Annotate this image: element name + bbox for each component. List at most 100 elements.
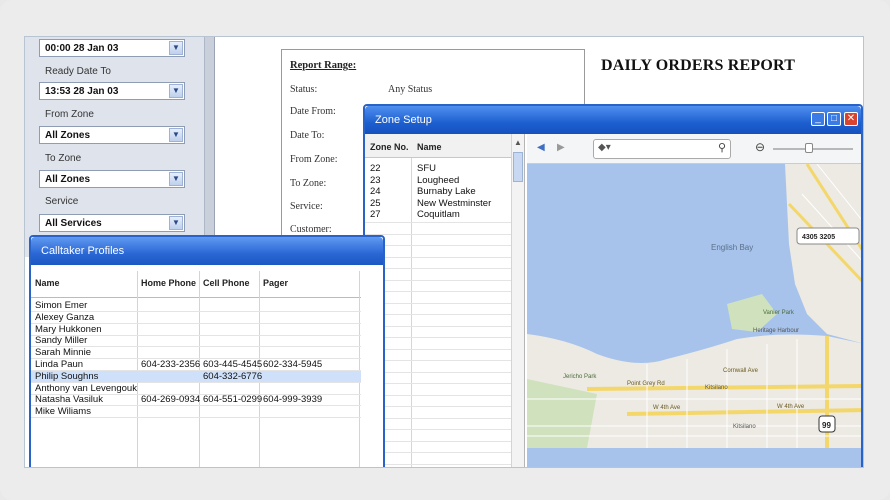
to-zone-label: To Zone (45, 153, 82, 164)
zoom-slider[interactable] (773, 148, 853, 150)
row-divider (31, 417, 361, 419)
zone-scrollbar[interactable]: ▲ (511, 134, 524, 467)
zone-grid-line (365, 417, 511, 419)
from-zone-select[interactable]: All Zones ▼ (39, 126, 185, 144)
app-canvas: 00:00 28 Jan 03 ▼ Ready Date To 13:53 28… (24, 36, 864, 468)
zone-grid-line (365, 245, 511, 246)
zone-name: Coquitlam (417, 209, 460, 220)
report-title: DAILY ORDERS REPORT (601, 57, 796, 74)
zone-row[interactable]: 27 Coquitlam (365, 209, 511, 220)
status-value: Any Status (388, 84, 433, 95)
to-zone-select[interactable]: All Zones ▼ (39, 170, 185, 188)
profile-name: Anthony van Levengouk (35, 382, 137, 394)
calltaker-title: Calltaker Profiles (41, 245, 125, 257)
zone-name: Burnaby Lake (417, 186, 476, 197)
cell-phone: 604-551-0299 (203, 394, 263, 406)
zone-setup-titlebar[interactable]: Zone Setup (365, 106, 861, 134)
zone-grid-line (365, 302, 511, 304)
col-pager-header[interactable]: Pager (263, 278, 288, 288)
zone-grid-line (365, 371, 511, 373)
table-row[interactable]: Mary Hukkonen (31, 324, 361, 335)
maximize-button[interactable]: □ (827, 112, 841, 126)
profile-name: Natasha Vasiluk (35, 394, 103, 406)
ready-date-from-select[interactable]: 00:00 28 Jan 03 ▼ (39, 39, 185, 57)
tag-icon[interactable]: ◆▾ (598, 142, 611, 153)
close-button[interactable]: ✕ (844, 112, 858, 126)
home-phone: 604-233-2356 (141, 359, 201, 370)
ready-date-to-select[interactable]: 13:53 28 Jan 03 ▼ (39, 82, 185, 100)
ready-date-to-label: Ready Date To (45, 66, 111, 77)
table-row[interactable]: Mike Wiliams (31, 406, 361, 417)
map-search-input[interactable]: ◆▾ ⚲ (593, 139, 731, 159)
from-zone-report-label: From Zone: (290, 154, 338, 165)
table-row[interactable]: Philip Soughns 604-332-6776 (31, 370, 361, 382)
chevron-down-icon: ▼ (169, 216, 183, 230)
profile-name: Mary Hukkonen (35, 323, 102, 335)
zone-name-header[interactable]: Name (417, 142, 442, 152)
heritage-harbour-label: Heritage Harbour (753, 328, 799, 334)
zone-grid-line (365, 268, 511, 269)
search-icon[interactable]: ⚲ (718, 141, 726, 154)
minimize-button[interactable]: _ (811, 112, 825, 126)
vanier-park-label: Vanier Park (763, 310, 795, 316)
report-range-heading: Report Range: (290, 60, 357, 71)
zoom-icon[interactable]: ⊖ (755, 140, 765, 154)
cell-phone: 604-332-6776 (203, 370, 263, 382)
zone-grid-line (365, 463, 511, 465)
zone-row[interactable]: 24 Burnaby Lake (365, 186, 511, 197)
profile-name: Simon Emer (35, 300, 88, 311)
calltaker-titlebar[interactable]: Calltaker Profiles (31, 237, 383, 265)
zone-grid-line (365, 360, 511, 361)
col-cell-phone-header[interactable]: Cell Phone (203, 278, 250, 288)
point-grey-road-label: Point Grey Rd (627, 381, 665, 387)
date-to-label: Date To: (290, 130, 325, 141)
table-row[interactable]: Sandy Miller (31, 335, 361, 346)
zone-grid-line (365, 337, 511, 338)
table-row[interactable]: Anthony van Levengouk (31, 383, 361, 394)
scroll-thumb[interactable] (513, 152, 523, 182)
route-number: 99 (822, 421, 831, 430)
table-row[interactable]: Linda Paun 604-233-2356 603-445-4545 602-33… (31, 359, 361, 370)
zone-row[interactable]: 22 SFU (365, 163, 511, 174)
ready-date-from-value: 00:00 28 Jan 03 (45, 43, 119, 54)
back-arrow-icon[interactable]: ◀ (537, 142, 545, 153)
map-toolbar: ◀ ▶ ◆▾ ⚲ ⊖ (527, 134, 861, 164)
status-label: Status: (290, 84, 318, 95)
pager: 604-999-3939 (263, 394, 323, 406)
zone-number: 24 (370, 186, 381, 197)
cell-phone: 603-445-4545 (203, 359, 263, 370)
zoom-slider-handle[interactable] (805, 143, 813, 153)
table-row[interactable]: Alexey Ganza (31, 312, 361, 323)
table-row[interactable]: Sarah Minnie (31, 347, 361, 358)
zone-grid-line (365, 233, 511, 235)
table-row[interactable]: Natasha Vasiluk 604-269-0934 604-551-0299 6… (31, 394, 361, 405)
map-view[interactable]: English Bay Heritage Harbour Vanier Park… (527, 164, 861, 467)
zone-grid-line (365, 325, 511, 327)
zone-number: 25 (370, 197, 381, 209)
zone-list-header: Zone No. Name (365, 134, 511, 158)
service-select[interactable]: All Services ▼ (39, 214, 185, 232)
scroll-up-icon[interactable]: ▲ (514, 138, 522, 147)
col-home-phone-header[interactable]: Home Phone (141, 278, 196, 288)
zone-setup-window: Zone Setup _ □ ✕ Zone No. Name 22 SFU 23 Lo… (363, 104, 863, 467)
zone-row[interactable]: 25 New Westminster (365, 198, 511, 209)
zone-grid-line (365, 256, 511, 258)
customer-label: Customer: (290, 224, 332, 235)
to-zone-report-label: To Zone: (290, 178, 327, 189)
zone-name: SFU (417, 163, 436, 174)
zone-no-header[interactable]: Zone No. (370, 142, 409, 152)
service-report-label: Service: (290, 201, 323, 212)
zone-grid-line (365, 348, 511, 350)
table-row[interactable]: Simon Emer (31, 300, 361, 311)
service-label: Service (45, 196, 79, 207)
profile-name: Sandy Miller (35, 335, 88, 347)
panel-splitter[interactable] (205, 37, 215, 257)
calltaker-profiles-window: Calltaker Profiles Name Home Phone Cell … (29, 235, 385, 467)
ready-date-to-value: 13:53 28 Jan 03 (45, 86, 119, 97)
chevron-down-icon: ▼ (169, 41, 183, 55)
chevron-down-icon: ▼ (169, 84, 183, 98)
profile-name: Sarah Minnie (35, 347, 91, 359)
forward-arrow-icon[interactable]: ▶ (557, 142, 565, 153)
zone-row[interactable]: 23 Lougheed (365, 175, 511, 186)
col-name-header[interactable]: Name (35, 278, 60, 288)
